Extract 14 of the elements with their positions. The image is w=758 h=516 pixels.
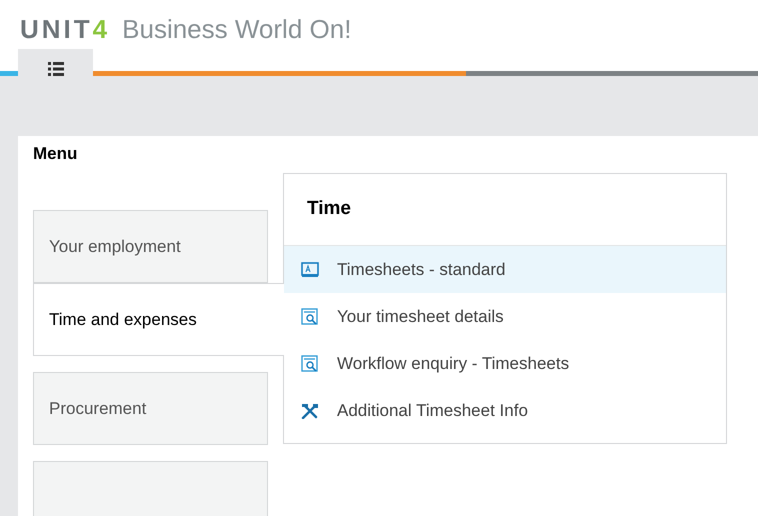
form-icon: [301, 262, 319, 278]
submenu-item[interactable]: Timesheets - standard: [284, 246, 726, 293]
menu-item[interactable]: Time and expenses: [33, 283, 284, 356]
logo: UNIT4: [20, 13, 110, 46]
product-name: Business World On!: [122, 13, 352, 46]
tools-icon: [301, 402, 319, 418]
menu-item[interactable]: Procurement: [33, 372, 268, 445]
search-document-icon: [301, 354, 319, 372]
accent-stripe: [0, 71, 18, 76]
search-document-icon: [301, 308, 319, 326]
menu-title: Menu: [33, 143, 78, 165]
menu-item[interactable]: Your employment: [33, 210, 268, 283]
list-icon: [48, 62, 64, 76]
menu-tab[interactable]: [18, 49, 93, 76]
